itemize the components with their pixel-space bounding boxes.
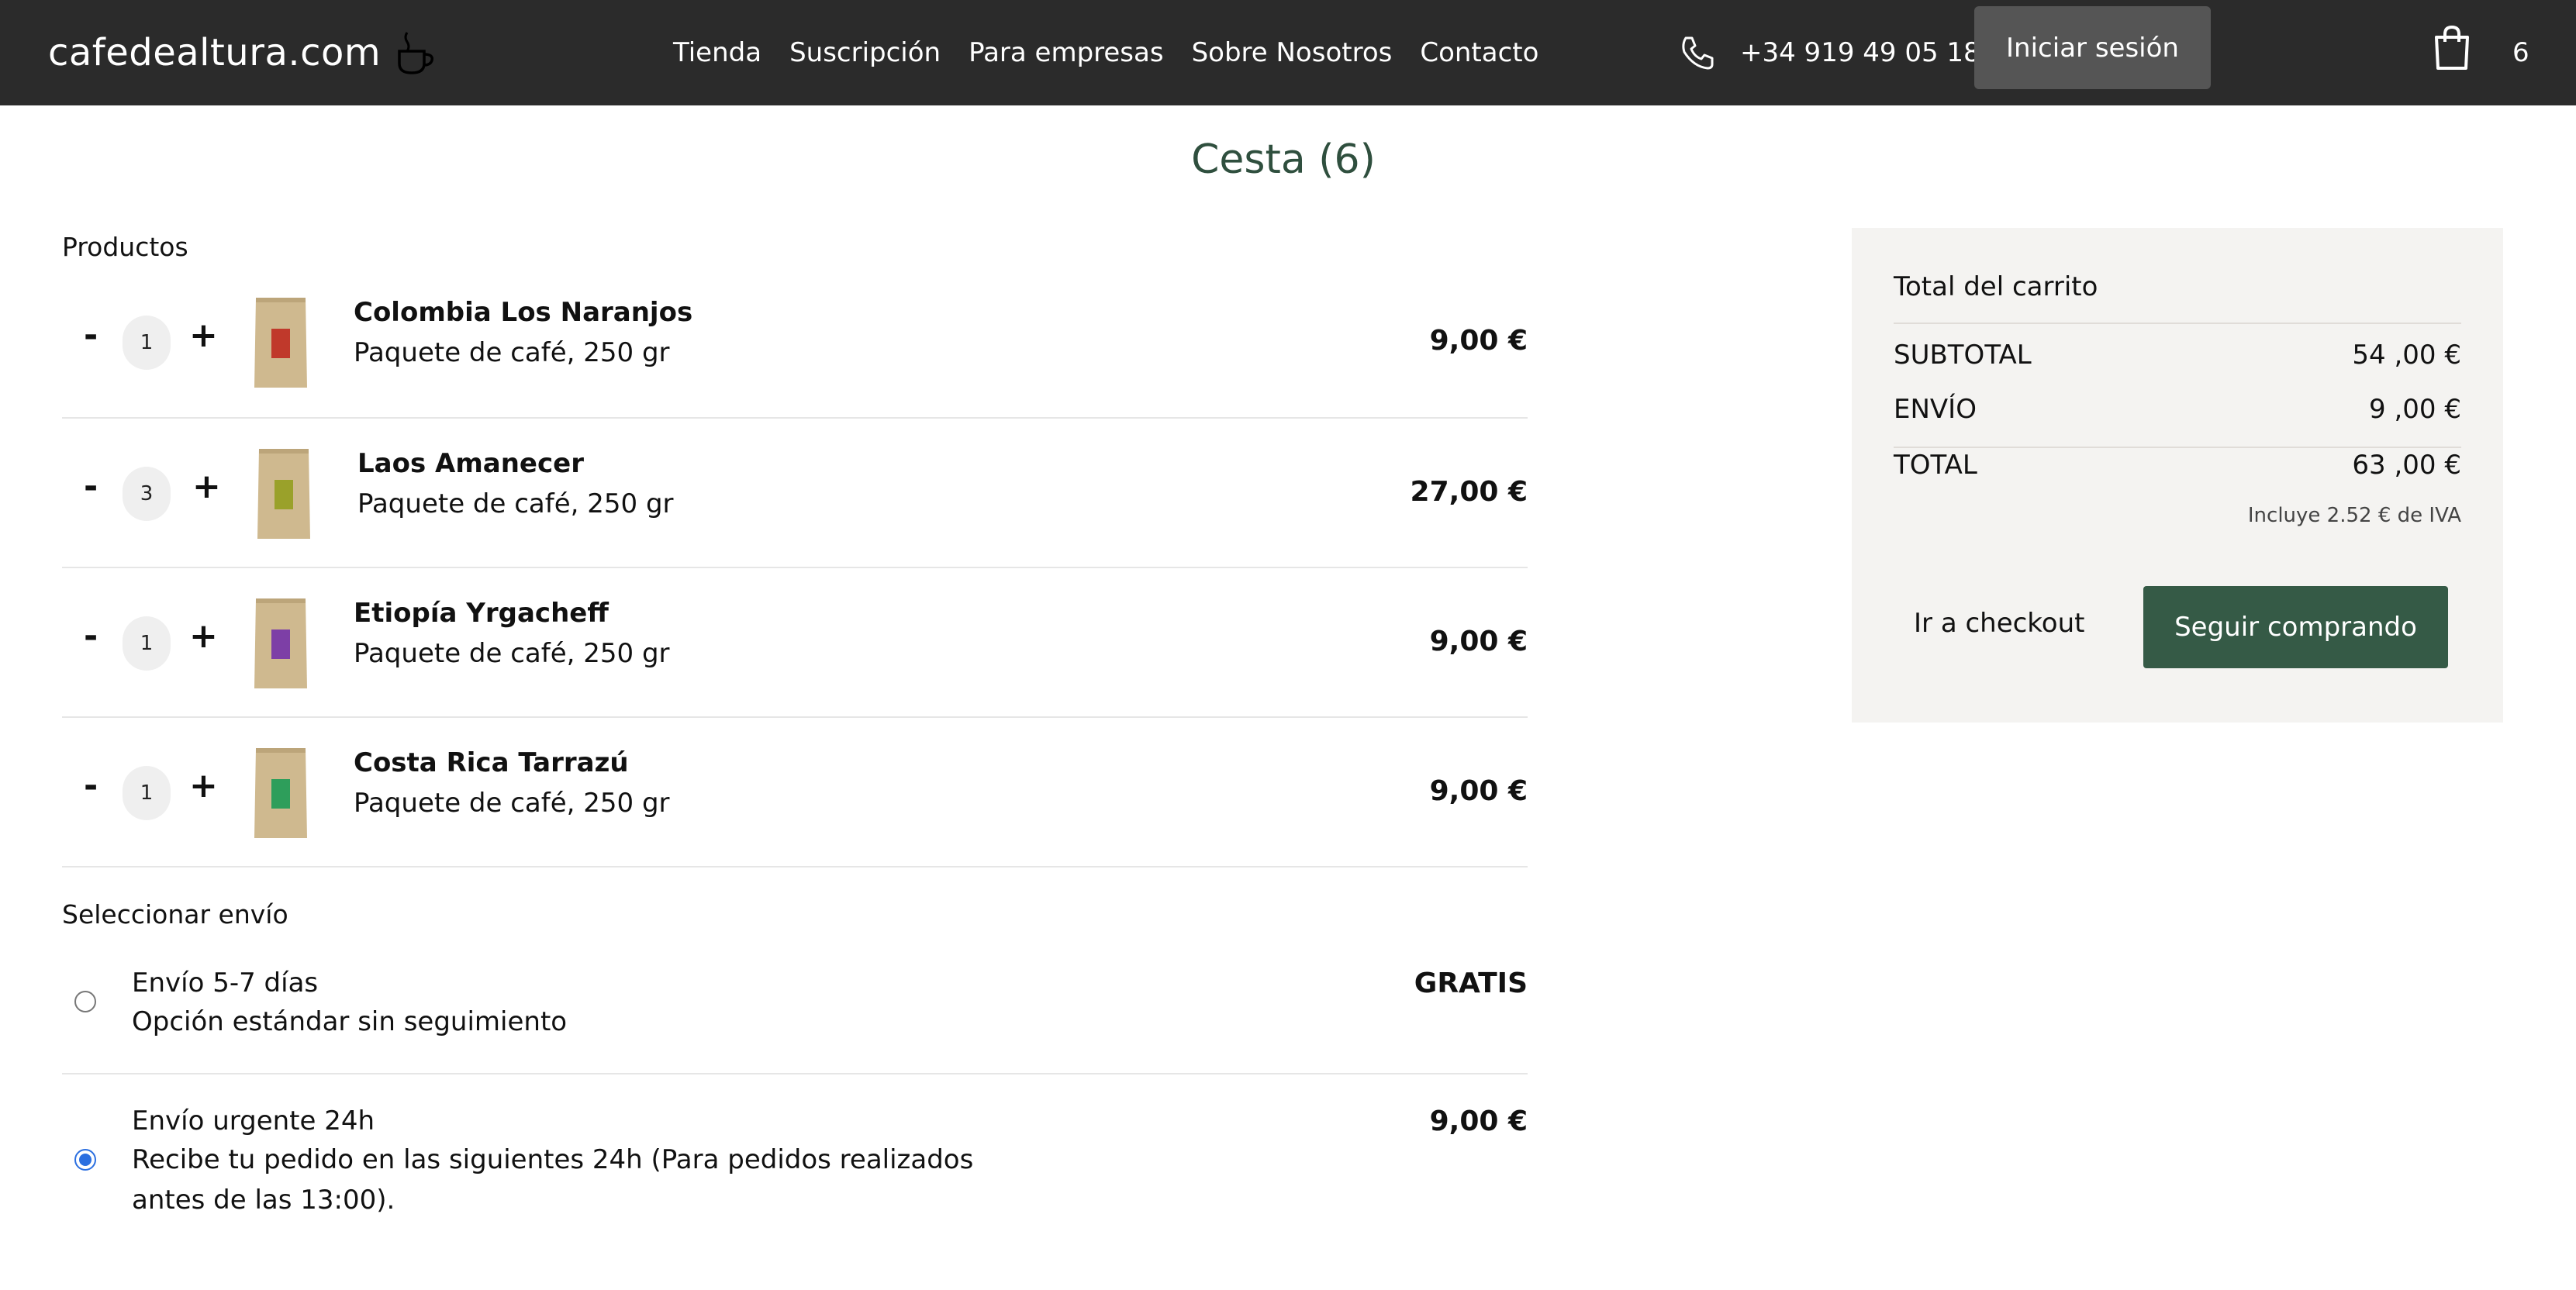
cart-count: 6 <box>2512 37 2529 68</box>
product-image[interactable] <box>251 743 310 843</box>
quantity-field[interactable]: 1 <box>123 616 171 671</box>
product-description: Paquete de café, 250 gr <box>354 788 670 819</box>
increase-quantity-button[interactable]: + <box>189 766 218 805</box>
quantity-field[interactable]: 1 <box>123 316 171 370</box>
total-label: TOTAL <box>1894 450 1977 481</box>
products-heading: Productos <box>62 232 188 262</box>
shipping-option-title: Envío 5-7 días <box>132 968 319 999</box>
main-nav: Tienda Suscripción Para empresas Sobre N… <box>673 23 1538 82</box>
nav-contacto[interactable]: Contacto <box>1420 37 1538 68</box>
product-name[interactable]: Colombia Los Naranjos <box>354 297 692 328</box>
cart-summary: Total del carrito SUBTOTAL 54 ,00 € ENVÍ… <box>1852 228 2503 723</box>
shipping-option-description: Opción estándar sin seguimiento <box>132 1006 568 1037</box>
summary-title: Total del carrito <box>1894 271 2098 302</box>
shipping-value: 9 ,00 € <box>2369 394 2461 425</box>
decrease-quantity-button[interactable]: - <box>84 316 98 355</box>
product-price: 27,00 € <box>1410 476 1528 508</box>
product-image[interactable] <box>251 594 310 693</box>
product-description: Paquete de café, 250 gr <box>354 337 670 368</box>
subtotal-label: SUBTOTAL <box>1894 340 2032 371</box>
divider <box>1894 447 2461 448</box>
shipping-radio[interactable] <box>74 1149 96 1171</box>
cart-item: - 3 + Laos Amanecer Paquete de café, 250… <box>62 417 1528 568</box>
decrease-quantity-button[interactable]: - <box>84 467 98 506</box>
divider <box>1894 322 2461 324</box>
shipping-label: ENVÍO <box>1894 394 1977 425</box>
shipping-option-description: Recibe tu pedido en las siguientes 24h (… <box>132 1144 974 1216</box>
shipping-option-price: GRATIS <box>1414 968 1528 999</box>
login-button[interactable]: Iniciar sesión <box>1974 6 2211 89</box>
product-description: Paquete de café, 250 gr <box>357 488 674 519</box>
shipping-option[interactable]: Envío 5-7 días Opción estándar sin segui… <box>62 964 1528 1074</box>
nav-para-empresas[interactable]: Para empresas <box>969 37 1163 68</box>
subtotal-value: 54 ,00 € <box>2352 340 2461 371</box>
cart-item: - 1 + Colombia Los Naranjos Paquete de c… <box>62 267 1528 419</box>
product-name[interactable]: Costa Rica Tarrazú <box>354 747 629 778</box>
product-name[interactable]: Laos Amanecer <box>357 448 584 479</box>
increase-quantity-button[interactable]: + <box>189 616 218 656</box>
product-image[interactable] <box>254 444 313 543</box>
page-title: Cesta (6) <box>1191 136 1376 183</box>
product-price: 9,00 € <box>1429 775 1528 807</box>
shipping-option-price: 9,00 € <box>1429 1105 1528 1137</box>
phone-number[interactable]: +34 919 49 05 18 <box>1740 37 1980 68</box>
decrease-quantity-button[interactable]: - <box>84 616 98 656</box>
quantity-field[interactable]: 3 <box>123 467 171 521</box>
nav-tienda[interactable]: Tienda <box>673 37 761 68</box>
checkout-button[interactable]: Ir a checkout <box>1914 608 2084 639</box>
nav-suscripcion[interactable]: Suscripción <box>789 37 941 68</box>
vat-note: Incluye 2.52 € de IVA <box>2247 504 2461 527</box>
shipping-option[interactable]: Envío urgente 24h Recibe tu pedido en la… <box>62 1104 1528 1228</box>
logo[interactable]: cafedealtura.com <box>48 23 435 82</box>
logo-text[interactable]: cafedealtura.com <box>48 31 381 74</box>
quantity-field[interactable]: 1 <box>123 766 171 820</box>
phone-icon <box>1682 36 1714 70</box>
decrease-quantity-button[interactable]: - <box>84 766 98 805</box>
increase-quantity-button[interactable]: + <box>192 467 221 506</box>
total-value: 63 ,00 € <box>2352 450 2461 481</box>
product-price: 9,00 € <box>1429 626 1528 657</box>
shipping-radio[interactable] <box>74 991 96 1012</box>
continue-shopping-button[interactable]: Seguir comprando <box>2143 586 2448 668</box>
shipping-heading: Seleccionar envío <box>62 899 288 930</box>
nav-sobre-nosotros[interactable]: Sobre Nosotros <box>1192 37 1393 68</box>
top-navbar: cafedealtura.com Tienda Suscripción Para… <box>0 0 2576 105</box>
coffee-cup-icon <box>398 32 434 74</box>
product-image[interactable] <box>251 293 310 392</box>
increase-quantity-button[interactable]: + <box>189 316 218 355</box>
product-price: 9,00 € <box>1429 325 1528 357</box>
shopping-bag-icon[interactable] <box>2430 23 2474 73</box>
shipping-option-title: Envío urgente 24h <box>132 1105 375 1137</box>
phone-contact[interactable]: +34 919 49 05 18 <box>1678 23 1980 82</box>
product-name[interactable]: Etiopía Yrgacheff <box>354 598 609 629</box>
cart-item: - 1 + Costa Rica Tarrazú Paquete de café… <box>62 716 1528 867</box>
cart-item: - 1 + Etiopía Yrgacheff Paquete de café,… <box>62 567 1528 718</box>
product-description: Paquete de café, 250 gr <box>354 638 670 669</box>
